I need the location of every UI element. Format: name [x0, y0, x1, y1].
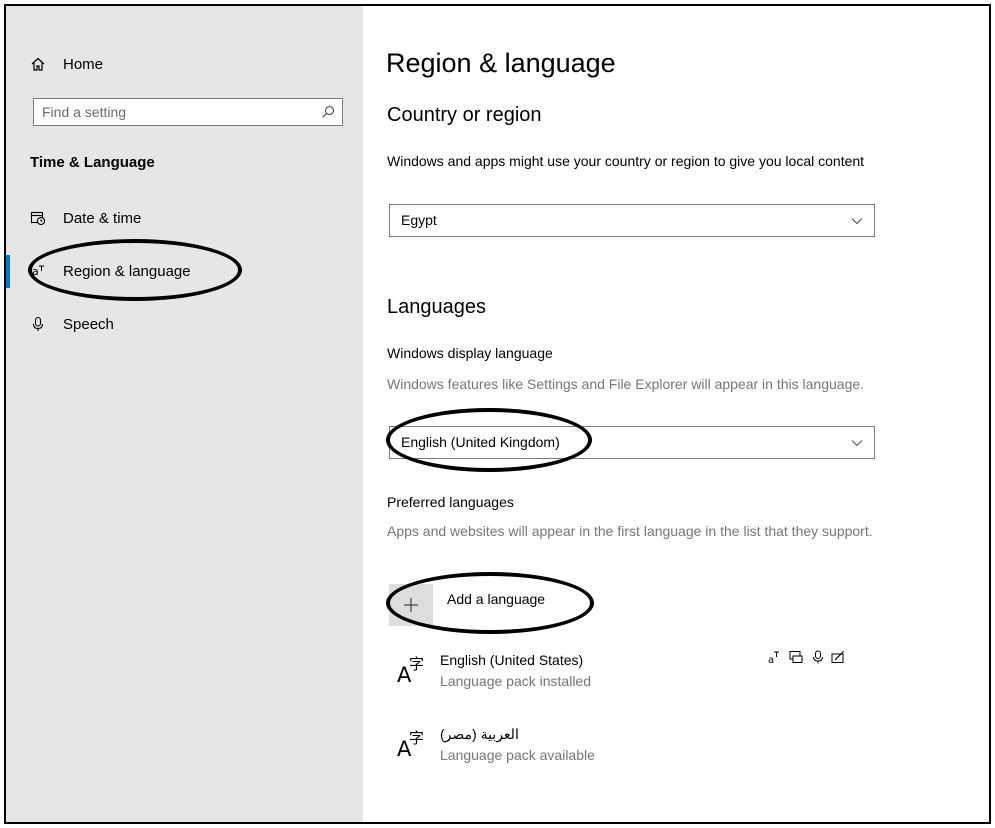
settings-window: Home Time & Language Date & time a Regio…: [4, 4, 991, 824]
svg-text:a: a: [768, 655, 774, 664]
display-language-description: Windows features like Settings and File …: [387, 376, 865, 392]
preferred-languages-heading: Preferred languages: [387, 494, 514, 510]
sidebar-item-home[interactable]: Home: [6, 44, 363, 84]
language-name: English (United States): [440, 652, 584, 668]
home-icon: [30, 56, 46, 72]
language-item-arabic-egypt[interactable]: A字 العربية (مصر) Language pack available: [397, 720, 867, 768]
country-description: Windows and apps might use your country …: [387, 153, 865, 169]
sidebar-item-region-language[interactable]: a Region & language: [6, 251, 363, 291]
page-title: Region & language: [386, 48, 616, 78]
language-status: Language pack installed: [440, 673, 592, 689]
sidebar-item-label: Speech: [63, 315, 114, 333]
handwriting-icon: [831, 650, 845, 664]
microphone-icon: [30, 316, 46, 332]
svg-text:字: 字: [409, 655, 424, 673]
sidebar-item-label: Home: [63, 55, 104, 73]
main-content: Region & language Country or region Wind…: [363, 6, 989, 822]
svg-text:a: a: [32, 265, 39, 278]
plus-icon: [389, 584, 433, 626]
svg-text:字: 字: [409, 729, 424, 747]
country-select[interactable]: Egypt: [389, 204, 875, 237]
chevron-down-icon: [850, 436, 864, 450]
display-language-select[interactable]: English (United Kingdom): [389, 426, 875, 459]
country-select-value: Egypt: [401, 212, 437, 228]
sidebar: Home Time & Language Date & time a Regio…: [6, 6, 363, 822]
language-status: Language pack available: [440, 747, 595, 763]
language-glyph-icon: A字: [397, 650, 433, 687]
search-box[interactable]: [33, 98, 343, 126]
display-language-value: English (United Kingdom): [401, 434, 560, 450]
sidebar-item-date-time[interactable]: Date & time: [6, 198, 363, 238]
speech-feature-icon: [811, 650, 825, 664]
globe-language-icon: a: [30, 263, 46, 279]
search-input[interactable]: [42, 102, 312, 122]
chevron-down-icon: [850, 214, 864, 228]
display-language-icon: a: [767, 650, 781, 666]
language-glyph-icon: A字: [397, 724, 433, 761]
calendar-clock-icon: [30, 210, 46, 226]
preferred-languages-description: Apps and websites will appear in the fir…: [387, 523, 873, 539]
sidebar-item-speech[interactable]: Speech: [6, 304, 363, 344]
sidebar-item-label: Date & time: [63, 209, 142, 227]
display-language-heading: Windows display language: [387, 345, 553, 361]
section-title: Time & Language: [30, 154, 155, 171]
country-heading: Country or region: [387, 104, 542, 126]
languages-heading: Languages: [387, 296, 486, 318]
language-item-english-us[interactable]: A字 English (United States) Language pack…: [397, 646, 867, 694]
add-language-button[interactable]: Add a language: [389, 584, 545, 626]
search-icon[interactable]: [320, 104, 336, 120]
text-to-speech-icon: [789, 650, 803, 664]
sidebar-item-label: Region & language: [63, 262, 191, 280]
language-name: العربية (مصر): [440, 726, 519, 742]
add-language-label: Add a language: [447, 591, 546, 607]
